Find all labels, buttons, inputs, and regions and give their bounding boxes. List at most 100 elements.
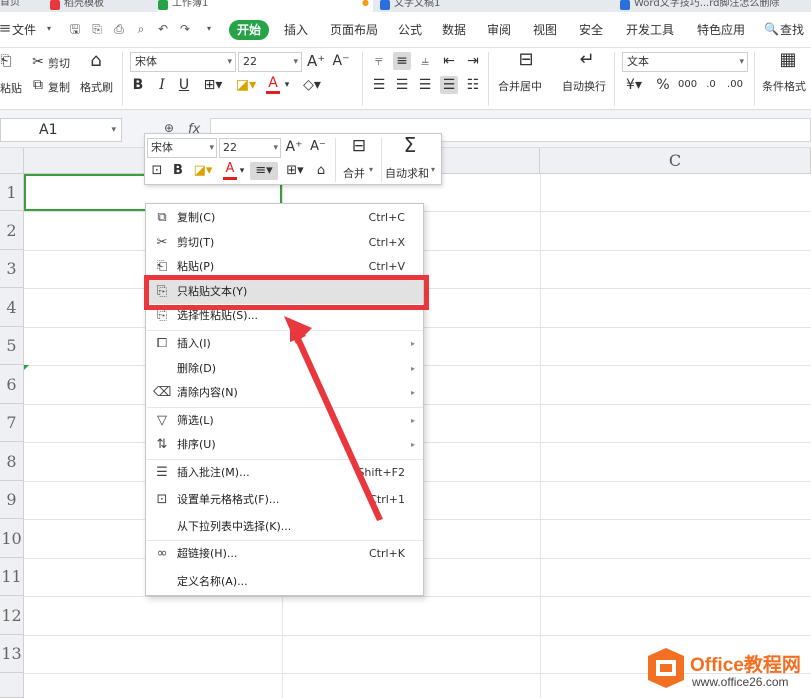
conditional-format-icon[interactable]: ▦: [776, 51, 800, 69]
clear-format-icon[interactable]: ◇▾: [300, 76, 324, 94]
menu-item-copy[interactable]: ⧉ 复制(C) Ctrl+C: [147, 206, 423, 230]
menu-formulas[interactable]: 公式: [398, 21, 422, 38]
percent-icon[interactable]: %: [654, 76, 672, 94]
tab-doc1[interactable]: 文字文稿1: [380, 0, 610, 12]
menu-item-pick-from-list[interactable]: 从下拉列表中选择(K)...: [147, 515, 423, 539]
mini-merge-button[interactable]: 合并: [343, 165, 365, 181]
paste-label[interactable]: 粘贴: [0, 80, 22, 96]
number-format-select[interactable]: 文本 ▾: [622, 52, 748, 72]
thousands-icon[interactable]: 000: [678, 76, 697, 94]
decrease-decimal-icon[interactable]: .00: [726, 76, 744, 94]
chevron-down-icon[interactable]: ▾: [238, 162, 246, 180]
wrap-text-icon[interactable]: ↵: [575, 51, 599, 69]
row-header[interactable]: 4: [0, 288, 24, 327]
merge-center-button[interactable]: 合并居中: [498, 78, 542, 94]
indent-decrease-icon[interactable]: ⇤: [440, 52, 458, 70]
chevron-down-icon[interactable]: ▾: [431, 165, 435, 174]
row-header[interactable]: 11: [0, 558, 24, 596]
menu-item-sort[interactable]: ⇅ 排序(U) ▸: [147, 433, 423, 457]
tab-workbook1[interactable]: 工作簿1 ●: [158, 0, 373, 12]
undo-icon[interactable]: ↶: [156, 22, 170, 36]
save-icon[interactable]: 🖫: [68, 22, 82, 36]
wrap-text-button[interactable]: 自动换行: [562, 78, 606, 94]
hamburger-icon[interactable]: ≡: [0, 21, 12, 36]
align-center-icon[interactable]: ☰: [393, 76, 411, 94]
increase-font-icon[interactable]: A⁺: [307, 52, 325, 70]
menu-search[interactable]: 查找: [780, 21, 804, 38]
menu-item-delete[interactable]: 删除(D) ▸: [147, 357, 423, 381]
menu-item-define-name[interactable]: 定义名称(A)...: [147, 570, 423, 594]
row-header[interactable]: 1: [0, 174, 24, 211]
conditional-format-button[interactable]: 条件格式: [762, 78, 806, 94]
tab-templates[interactable]: 稻壳模板: [50, 0, 150, 12]
menu-view[interactable]: 视图: [533, 21, 557, 38]
row-header[interactable]: 3: [0, 250, 24, 288]
menu-start[interactable]: 开始: [229, 20, 269, 40]
menu-item-insert[interactable]: ⧠ 插入(I) ▸: [147, 332, 423, 356]
mini-font-size-select[interactable]: 22 ▾: [219, 138, 281, 158]
menu-data[interactable]: 数据: [442, 21, 466, 38]
row-header[interactable]: 9: [0, 481, 24, 519]
row-header-partial[interactable]: [0, 673, 24, 698]
align-middle-icon[interactable]: ≡: [393, 52, 411, 70]
format-painter-button[interactable]: 格式刷: [80, 79, 113, 95]
chevron-down-icon[interactable]: ▾: [282, 76, 292, 94]
search-icon[interactable]: 🔍: [764, 22, 779, 36]
row-header[interactable]: 12: [0, 596, 24, 635]
row-header[interactable]: 5: [0, 327, 24, 365]
menu-developer[interactable]: 开发工具: [626, 21, 674, 38]
menu-item-hyperlink[interactable]: ∞ 超链接(H)... Ctrl+K: [147, 542, 423, 566]
tab-home[interactable]: 首页: [0, 0, 36, 12]
distributed-icon[interactable]: ☷: [464, 76, 482, 94]
decrease-font-icon[interactable]: A⁻: [332, 52, 350, 70]
row-header[interactable]: 6: [0, 365, 24, 404]
font-size-select[interactable]: 22 ▾: [238, 52, 302, 72]
row-header[interactable]: 13: [0, 635, 24, 673]
increase-decimal-icon[interactable]: .0: [702, 76, 720, 94]
customize-quick-access-icon[interactable]: ▾: [202, 22, 216, 36]
menu-item-clear-contents[interactable]: ⌫ 清除内容(N) ▸: [147, 381, 423, 405]
copy-button[interactable]: 复制: [48, 79, 70, 95]
align-left-icon[interactable]: ☰: [370, 76, 388, 94]
merge-cells-icon[interactable]: ⊟: [514, 51, 538, 69]
align-center-icon[interactable]: ≡▾: [250, 162, 278, 180]
tab-word-tips[interactable]: Word文字技巧...rd脚注怎么删除: [620, 0, 811, 12]
font-color-icon[interactable]: A: [223, 162, 237, 180]
row-header[interactable]: 7: [0, 404, 24, 442]
menu-security[interactable]: 安全: [579, 21, 603, 38]
menu-page-layout[interactable]: 页面布局: [330, 21, 378, 38]
mini-font-name-select[interactable]: 宋体 ▾: [147, 138, 217, 158]
font-name-select[interactable]: 宋体 ▾: [130, 52, 236, 72]
mini-autosum-button[interactable]: 自动求和: [385, 165, 429, 181]
print-icon[interactable]: ⎙: [112, 22, 126, 36]
align-right-icon[interactable]: ☰: [416, 76, 434, 94]
align-bottom-icon[interactable]: ⫨: [416, 52, 434, 70]
format-painter-icon[interactable]: ⌂: [313, 162, 329, 180]
borders-icon[interactable]: ⊞▾: [283, 162, 307, 180]
cut-button[interactable]: 剪切: [48, 55, 70, 71]
borders-icon[interactable]: ⊞▾: [202, 76, 224, 94]
fill-color-icon[interactable]: ◪▾: [191, 162, 215, 180]
underline-button[interactable]: U: [176, 76, 192, 94]
indent-increase-icon[interactable]: ⇥: [464, 52, 482, 70]
name-box[interactable]: A1 ▾: [0, 118, 122, 142]
justify-icon[interactable]: ☰: [440, 76, 458, 94]
currency-icon[interactable]: ¥▾: [624, 76, 644, 94]
row-header[interactable]: 2: [0, 211, 24, 250]
increase-font-icon[interactable]: A⁺: [285, 138, 303, 156]
chevron-down-icon[interactable]: ▾: [369, 165, 373, 174]
select-all-corner[interactable]: [0, 148, 24, 174]
chevron-down-icon[interactable]: ▾: [42, 22, 56, 36]
scissors-icon[interactable]: ✂: [30, 53, 46, 71]
format-cells-icon[interactable]: ⊡: [149, 162, 165, 180]
menu-special-features[interactable]: 特色应用: [697, 21, 745, 38]
menu-review[interactable]: 审阅: [487, 21, 511, 38]
menu-item-format-cells[interactable]: ⊡ 设置单元格格式(F)... Ctrl+1: [147, 488, 423, 512]
bold-button[interactable]: B: [130, 76, 146, 94]
italic-button[interactable]: I: [154, 76, 170, 94]
copy-icon[interactable]: ⧉: [30, 76, 46, 94]
row-header[interactable]: 10: [0, 519, 24, 558]
align-top-icon[interactable]: ⫧: [370, 52, 388, 70]
merge-cells-icon[interactable]: ⊟: [347, 137, 371, 155]
autosum-icon[interactable]: Σ: [399, 135, 421, 155]
